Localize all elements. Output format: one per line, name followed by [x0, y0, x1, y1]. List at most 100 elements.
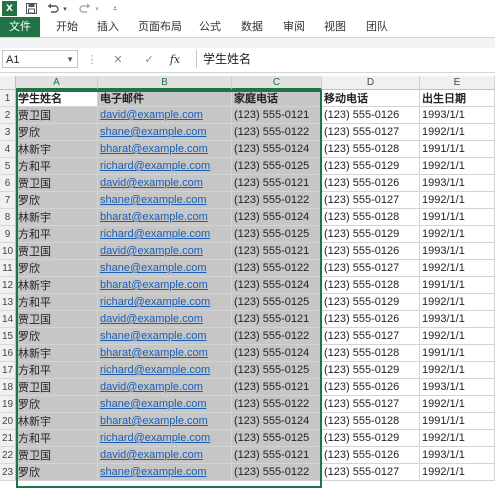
table-cell[interactable]: (123) 555-0127 [322, 328, 420, 345]
table-cell[interactable]: 1992/1/1 [420, 192, 495, 209]
table-cell[interactable]: (123) 555-0124 [232, 141, 322, 158]
row-header[interactable]: 3 [0, 124, 16, 141]
row-header[interactable]: 22 [0, 447, 16, 464]
row-header[interactable]: 7 [0, 192, 16, 209]
table-cell[interactable]: 1991/1/1 [420, 277, 495, 294]
table-cell[interactable]: 1991/1/1 [420, 209, 495, 226]
table-cell[interactable]: richard@example.com [98, 362, 232, 379]
formula-input[interactable]: 学生姓名 [196, 50, 493, 68]
table-cell[interactable]: (123) 555-0125 [232, 158, 322, 175]
table-cell[interactable]: 1992/1/1 [420, 226, 495, 243]
table-cell[interactable]: 1992/1/1 [420, 124, 495, 141]
table-cell[interactable]: 1991/1/1 [420, 141, 495, 158]
table-cell[interactable]: 贾卫国 [16, 447, 98, 464]
row-header[interactable]: 1 [0, 90, 16, 107]
table-cell[interactable]: 罗欣 [16, 124, 98, 141]
tab-data[interactable]: 数据 [241, 17, 263, 37]
table-cell[interactable]: (123) 555-0122 [232, 260, 322, 277]
table-cell[interactable]: 贾卫国 [16, 175, 98, 192]
table-cell[interactable]: (123) 555-0128 [322, 141, 420, 158]
header-cell[interactable]: 出生日期 [420, 90, 495, 107]
table-cell[interactable]: (123) 555-0127 [322, 396, 420, 413]
tab-formulas[interactable]: 公式 [199, 17, 221, 37]
table-cell[interactable]: (123) 555-0126 [322, 379, 420, 396]
table-cell[interactable]: (123) 555-0122 [232, 396, 322, 413]
table-cell[interactable]: (123) 555-0125 [232, 430, 322, 447]
header-cell[interactable]: 学生姓名 [16, 90, 98, 107]
table-cell[interactable]: 1992/1/1 [420, 328, 495, 345]
table-cell[interactable]: 贾卫国 [16, 379, 98, 396]
row-header[interactable]: 14 [0, 311, 16, 328]
table-cell[interactable]: 罗欣 [16, 260, 98, 277]
table-cell[interactable]: 1993/1/1 [420, 311, 495, 328]
row-header[interactable]: 13 [0, 294, 16, 311]
table-cell[interactable]: richard@example.com [98, 430, 232, 447]
chevron-down-icon[interactable]: ▼ [66, 51, 74, 69]
table-cell[interactable]: shane@example.com [98, 328, 232, 345]
table-cell[interactable]: shane@example.com [98, 124, 232, 141]
table-cell[interactable]: richard@example.com [98, 294, 232, 311]
table-cell[interactable]: shane@example.com [98, 192, 232, 209]
insert-function-icon[interactable]: fx [167, 51, 183, 69]
table-cell[interactable]: 罗欣 [16, 192, 98, 209]
table-cell[interactable]: (123) 555-0125 [232, 294, 322, 311]
table-cell[interactable]: bharat@example.com [98, 209, 232, 226]
table-cell[interactable]: (123) 555-0127 [322, 464, 420, 481]
table-cell[interactable]: 1993/1/1 [420, 379, 495, 396]
table-cell[interactable]: 1992/1/1 [420, 158, 495, 175]
table-cell[interactable]: richard@example.com [98, 226, 232, 243]
table-cell[interactable]: 林新宇 [16, 345, 98, 362]
select-all-button[interactable] [0, 76, 16, 90]
table-cell[interactable]: (123) 555-0129 [322, 362, 420, 379]
row-header[interactable]: 18 [0, 379, 16, 396]
table-cell[interactable]: 1991/1/1 [420, 345, 495, 362]
table-cell[interactable]: (123) 555-0128 [322, 413, 420, 430]
table-cell[interactable]: david@example.com [98, 311, 232, 328]
row-header[interactable]: 8 [0, 209, 16, 226]
table-cell[interactable]: 1992/1/1 [420, 396, 495, 413]
table-cell[interactable]: (123) 555-0122 [232, 124, 322, 141]
table-cell[interactable]: 1993/1/1 [420, 175, 495, 192]
row-header[interactable]: 17 [0, 362, 16, 379]
table-cell[interactable]: 1993/1/1 [420, 447, 495, 464]
table-cell[interactable]: (123) 555-0127 [322, 260, 420, 277]
row-header[interactable]: 10 [0, 243, 16, 260]
redo-icon[interactable] [78, 1, 92, 16]
table-cell[interactable]: (123) 555-0126 [322, 311, 420, 328]
table-cell[interactable]: 贾卫国 [16, 243, 98, 260]
header-cell[interactable]: 电子邮件 [98, 90, 232, 107]
table-cell[interactable]: (123) 555-0122 [232, 328, 322, 345]
redo-dropdown-icon[interactable]: ▾ [93, 1, 101, 16]
row-header[interactable]: 21 [0, 430, 16, 447]
tab-team[interactable]: 团队 [366, 17, 388, 37]
table-cell[interactable]: (123) 555-0126 [322, 107, 420, 124]
table-cell[interactable]: (123) 555-0127 [322, 124, 420, 141]
save-icon[interactable] [24, 1, 38, 16]
table-cell[interactable]: (123) 555-0126 [322, 175, 420, 192]
table-cell[interactable]: (123) 555-0121 [232, 107, 322, 124]
table-cell[interactable]: 罗欣 [16, 396, 98, 413]
tab-file[interactable]: 文件 [0, 17, 40, 37]
table-cell[interactable]: 1992/1/1 [420, 260, 495, 277]
table-cell[interactable]: 1992/1/1 [420, 430, 495, 447]
row-header[interactable]: 20 [0, 413, 16, 430]
column-header-d[interactable]: D [322, 76, 420, 90]
table-cell[interactable]: (123) 555-0124 [232, 209, 322, 226]
table-cell[interactable]: richard@example.com [98, 158, 232, 175]
table-cell[interactable]: 方和平 [16, 362, 98, 379]
undo-dropdown-icon[interactable]: ▾ [61, 1, 69, 16]
table-cell[interactable]: (123) 555-0127 [322, 192, 420, 209]
undo-icon[interactable] [46, 1, 60, 16]
table-cell[interactable]: shane@example.com [98, 260, 232, 277]
table-cell[interactable]: 林新宇 [16, 209, 98, 226]
table-cell[interactable]: (123) 555-0121 [232, 447, 322, 464]
table-cell[interactable]: (123) 555-0121 [232, 175, 322, 192]
table-cell[interactable]: david@example.com [98, 447, 232, 464]
table-cell[interactable]: 1992/1/1 [420, 294, 495, 311]
more-options-icon[interactable]: ⋮ [84, 51, 100, 69]
table-cell[interactable]: bharat@example.com [98, 345, 232, 362]
table-cell[interactable]: (123) 555-0121 [232, 243, 322, 260]
table-cell[interactable]: (123) 555-0128 [322, 345, 420, 362]
table-cell[interactable]: 方和平 [16, 226, 98, 243]
table-cell[interactable]: 1993/1/1 [420, 107, 495, 124]
